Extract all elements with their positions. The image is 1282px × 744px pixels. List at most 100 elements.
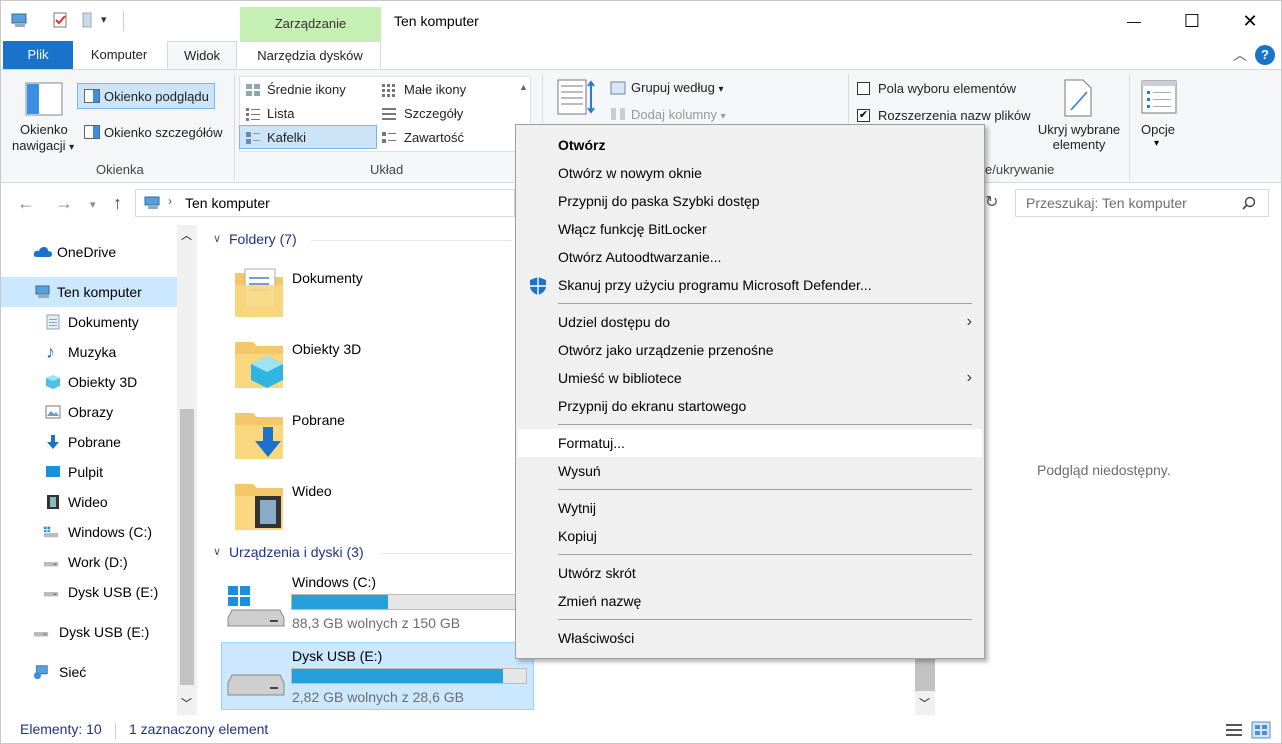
search-icon[interactable] (1242, 196, 1256, 210)
properties-icon[interactable] (51, 11, 69, 29)
details-pane-button[interactable]: Okienko szczegółów (104, 125, 223, 140)
nav-pane-scrollbar[interactable]: ︿ ﹀ (177, 225, 197, 715)
nav-item-desktop[interactable]: Pulpit (1, 457, 177, 487)
menu-item-create-shortcut[interactable]: Utwórz skrót (518, 559, 982, 587)
menu-item-rename[interactable]: Zmień nazwę (518, 587, 982, 615)
tab-file[interactable]: Plik (3, 41, 73, 69)
refresh-icon[interactable]: ↻ (985, 192, 998, 212)
nav-item-videos[interactable]: Wideo (1, 487, 177, 517)
menu-item-format[interactable]: Formatuj... (518, 429, 982, 457)
menu-item-eject[interactable]: Wysuń (518, 457, 982, 485)
options-button[interactable]: Opcje (1141, 122, 1175, 137)
scrollbar-thumb[interactable] (915, 655, 935, 691)
menu-item-properties[interactable]: Właściwości (518, 624, 982, 652)
nav-item-this-pc[interactable]: Ten komputer (1, 277, 177, 307)
drive-tile-windows-c[interactable]: Windows (C:) 88,3 GB wolnych z 150 GB (222, 570, 534, 634)
menu-item-copy[interactable]: Kopiuj (518, 522, 982, 550)
medium-icons-icon (246, 84, 260, 96)
address-bar[interactable]: › Ten komputer (135, 189, 515, 217)
menu-item-share[interactable]: Udziel dostępu do › (518, 308, 982, 336)
hide-selected-button[interactable]: Ukryj wybrane elementy (1037, 122, 1121, 152)
forward-icon[interactable]: → (55, 193, 73, 214)
large-icons-view-icon[interactable] (1251, 721, 1271, 739)
file-extensions-checkbox[interactable]: ✔ (857, 109, 870, 122)
navigation-pane-label-2-text: nawigacji (12, 138, 66, 153)
title-bar: ▾ Zarządzanie Ten komputer — ☐ ✕ (1, 1, 1281, 41)
scroll-up-icon[interactable]: ︿ (181, 227, 192, 243)
menu-item-open[interactable]: Otwórz (518, 131, 982, 159)
manage-context-tab[interactable]: Zarządzanie (240, 7, 381, 41)
drive-usage-fill (292, 595, 388, 609)
details-view-icon[interactable] (1225, 723, 1243, 737)
maximize-button[interactable]: ☐ (1163, 1, 1221, 41)
layout-tiles[interactable]: Kafelki (267, 130, 306, 145)
layout-details[interactable]: Szczegóły (404, 106, 463, 121)
menu-item-include-library[interactable]: Umieść w bibliotece › (518, 364, 982, 392)
layout-small-icons[interactable]: Małe ikony (404, 82, 466, 97)
breadcrumb-this-pc[interactable]: Ten komputer (185, 195, 270, 211)
menu-item-pin-quick-access[interactable]: Przypnij do paska Szybki dostęp (518, 187, 982, 215)
help-icon[interactable]: ? (1255, 45, 1275, 65)
up-icon[interactable]: ↑ (113, 193, 122, 214)
tab-view[interactable]: Widok (167, 41, 237, 69)
menu-item-cut[interactable]: Wytnij (518, 494, 982, 522)
nav-item-3d-objects[interactable]: Obiekty 3D (1, 367, 177, 397)
tab-computer[interactable]: Komputer (75, 41, 163, 69)
folder-name: Wideo (292, 483, 332, 499)
layout-content[interactable]: Zawartość (404, 130, 464, 145)
sort-by-icon[interactable] (557, 78, 597, 118)
back-icon[interactable]: ← (17, 193, 35, 214)
nav-item-music[interactable]: ♪ Muzyka (1, 337, 177, 367)
nav-item-label: Obiekty 3D (68, 374, 138, 390)
nav-item-network[interactable]: Sieć (1, 657, 177, 687)
nav-item-downloads[interactable]: Pobrane (1, 427, 177, 457)
folder-tile-videos[interactable]: Wideo (231, 474, 513, 538)
layout-list[interactable]: Lista (267, 106, 294, 121)
nav-item-windows-c[interactable]: Windows (C:) (1, 517, 177, 547)
folders-group-header[interactable]: Foldery (7) (229, 231, 297, 247)
minimize-button[interactable]: — (1105, 1, 1163, 41)
scroll-down-icon[interactable]: ﹀ (919, 695, 930, 711)
tab-drive-tools[interactable]: Narzędzia dysków (240, 41, 381, 69)
item-checkboxes-checkbox[interactable] (857, 82, 870, 95)
menu-item-bitlocker[interactable]: Włącz funkcję BitLocker (518, 215, 982, 243)
drive-tile-usb-e[interactable]: Dysk USB (E:) 2,82 GB wolnych z 28,6 GB (221, 642, 534, 710)
collapse-ribbon-icon[interactable]: ︿ (1233, 45, 1247, 65)
recent-locations-icon[interactable]: ▾ (90, 198, 96, 211)
nav-item-usb-e[interactable]: Dysk USB (E:) (1, 577, 177, 607)
nav-item-pictures[interactable]: Obrazy (1, 397, 177, 427)
navigation-pane-button[interactable]: Okienko (20, 122, 68, 137)
scrollbar-thumb[interactable] (180, 409, 194, 685)
nav-item-work-d[interactable]: Work (D:) (1, 547, 177, 577)
add-columns-button[interactable]: Dodaj kolumny ▾ (631, 107, 726, 122)
nav-item-onedrive[interactable]: OneDrive (1, 237, 177, 267)
collapse-group-icon[interactable]: ∨ (213, 545, 221, 558)
add-columns-icon (611, 108, 625, 120)
menu-item-defender-scan[interactable]: Skanuj przy użyciu programu Microsoft De… (518, 271, 982, 299)
group-by-button[interactable]: Grupuj według ▾ (631, 80, 723, 95)
breadcrumb-chevron-icon[interactable]: › (168, 194, 172, 208)
gallery-up-icon[interactable]: ▲ (519, 82, 528, 92)
menu-item-autoplay[interactable]: Otwórz Autoodtwarzanie... (518, 243, 982, 271)
nav-item-documents[interactable]: Dokumenty (1, 307, 177, 337)
scroll-down-icon[interactable]: ﹀ (181, 695, 192, 711)
new-folder-icon[interactable] (79, 11, 97, 29)
customize-qat-dropdown-icon[interactable]: ▾ (101, 13, 107, 26)
preview-pane-icon (84, 89, 100, 103)
menu-item-pin-start[interactable]: Przypnij do ekranu startowego (518, 392, 982, 420)
3d-objects-folder-icon (235, 342, 283, 388)
menu-item-open-portable[interactable]: Otwórz jako urządzenie przenośne (518, 336, 982, 364)
group-divider (381, 553, 513, 554)
menu-separator (558, 554, 972, 555)
folder-tile-3d-objects[interactable]: Obiekty 3D (231, 332, 513, 396)
folder-tile-documents[interactable]: Dokumenty (231, 261, 513, 325)
menu-item-open-new-window[interactable]: Otwórz w nowym oknie (518, 159, 982, 187)
close-button[interactable]: ✕ (1221, 1, 1279, 41)
search-input[interactable]: Przeszukaj: Ten komputer (1015, 189, 1269, 217)
folder-tile-downloads[interactable]: Pobrane (231, 403, 513, 467)
collapse-group-icon[interactable]: ∨ (213, 232, 221, 245)
navigation-pane-label-2[interactable]: nawigacji ▾ (12, 138, 74, 153)
layout-medium-icons[interactable]: Średnie ikony (267, 82, 346, 97)
devices-group-header[interactable]: Urządzenia i dyski (3) (229, 544, 364, 560)
nav-item-usb-e-root[interactable]: Dysk USB (E:) (1, 617, 177, 647)
